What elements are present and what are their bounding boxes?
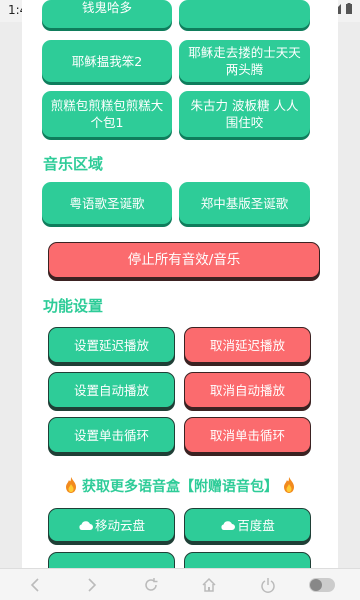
set-delay-play-button[interactable]: 设置延迟播放 xyxy=(48,327,175,363)
back-icon[interactable] xyxy=(25,575,45,595)
function-section-title: 功能设置 xyxy=(43,297,104,315)
baidu-cloud-button[interactable]: 百度盘 xyxy=(184,508,311,542)
cloud-icon xyxy=(221,521,236,530)
sound-button-label: 朱古力 波板糖 人人围住咬 xyxy=(190,98,299,130)
stop-all-button[interactable]: 停止所有音效/音乐 xyxy=(48,242,320,278)
toggle-switch[interactable] xyxy=(309,578,335,592)
button-label: 取消单击循环 xyxy=(209,427,285,443)
stop-all-label: 停止所有音效/音乐 xyxy=(127,251,241,268)
battery-icon xyxy=(346,3,352,14)
music-button-zheng-christmas[interactable]: 郑中基版圣诞歌 xyxy=(179,182,310,224)
download-button-partial-right[interactable] xyxy=(184,552,311,568)
content-page: 钱鬼哈多 耶稣揾我笨2 耶稣走去搂的士天天两头腾 煎糕包煎糕包煎糕大个包1 朱古… xyxy=(22,0,338,568)
button-label: 设置延迟播放 xyxy=(73,337,149,353)
promo-heading: 获取更多语音盒【附赠语音包】 xyxy=(22,476,338,496)
music-button-cantonese-christmas[interactable]: 粤语歌圣诞歌 xyxy=(42,182,172,224)
sound-button-label: 钱鬼哈多 xyxy=(81,0,132,15)
download-button-partial-left[interactable] xyxy=(48,552,175,568)
sound-button-2[interactable] xyxy=(179,0,310,28)
cancel-delay-play-button[interactable]: 取消延迟播放 xyxy=(184,327,311,363)
button-label: 百度盘 xyxy=(237,517,275,533)
home-icon[interactable] xyxy=(199,575,219,595)
sound-button-label: 耶稣走去搂的士天天两头腾 xyxy=(188,45,301,77)
button-label: 设置单击循环 xyxy=(73,427,149,443)
fire-icon xyxy=(66,477,77,493)
sound-button-1[interactable]: 钱鬼哈多 xyxy=(42,0,172,28)
cancel-click-loop-button[interactable]: 取消单击循环 xyxy=(184,417,311,453)
toggle-knob xyxy=(310,579,322,591)
mobile-cloud-button[interactable]: 移动云盘 xyxy=(48,508,175,542)
button-label: 移动云盘 xyxy=(94,517,145,533)
sound-button-4[interactable]: 耶稣走去搂的士天天两头腾 xyxy=(179,40,310,82)
forward-icon[interactable] xyxy=(82,575,102,595)
button-label: 取消自动播放 xyxy=(209,382,285,398)
music-section-title: 音乐区域 xyxy=(43,155,104,173)
music-button-label: 粤语歌圣诞歌 xyxy=(69,195,145,211)
button-label: 设置自动播放 xyxy=(73,382,149,398)
sound-button-6[interactable]: 朱古力 波板糖 人人围住咬 xyxy=(179,91,310,137)
sound-button-label: 耶稣揾我笨2 xyxy=(71,53,143,69)
power-icon[interactable] xyxy=(258,575,278,595)
button-label: 取消延迟播放 xyxy=(209,337,285,353)
cloud-icon xyxy=(79,521,93,530)
sound-button-3[interactable]: 耶稣揾我笨2 xyxy=(42,40,172,82)
sound-button-label: 煎糕包煎糕包煎糕大个包1 xyxy=(50,98,164,130)
refresh-icon[interactable] xyxy=(141,575,161,595)
sound-button-5[interactable]: 煎糕包煎糕包煎糕大个包1 xyxy=(42,91,172,137)
cancel-auto-play-button[interactable]: 取消自动播放 xyxy=(184,372,311,408)
promo-text: 获取更多语音盒【附赠语音包】 xyxy=(82,479,278,495)
set-click-loop-button[interactable]: 设置单击循环 xyxy=(48,417,175,453)
music-button-label: 郑中基版圣诞歌 xyxy=(200,195,289,211)
set-auto-play-button[interactable]: 设置自动播放 xyxy=(48,372,175,408)
fire-icon xyxy=(283,477,294,493)
bottom-nav-bar xyxy=(0,568,360,600)
